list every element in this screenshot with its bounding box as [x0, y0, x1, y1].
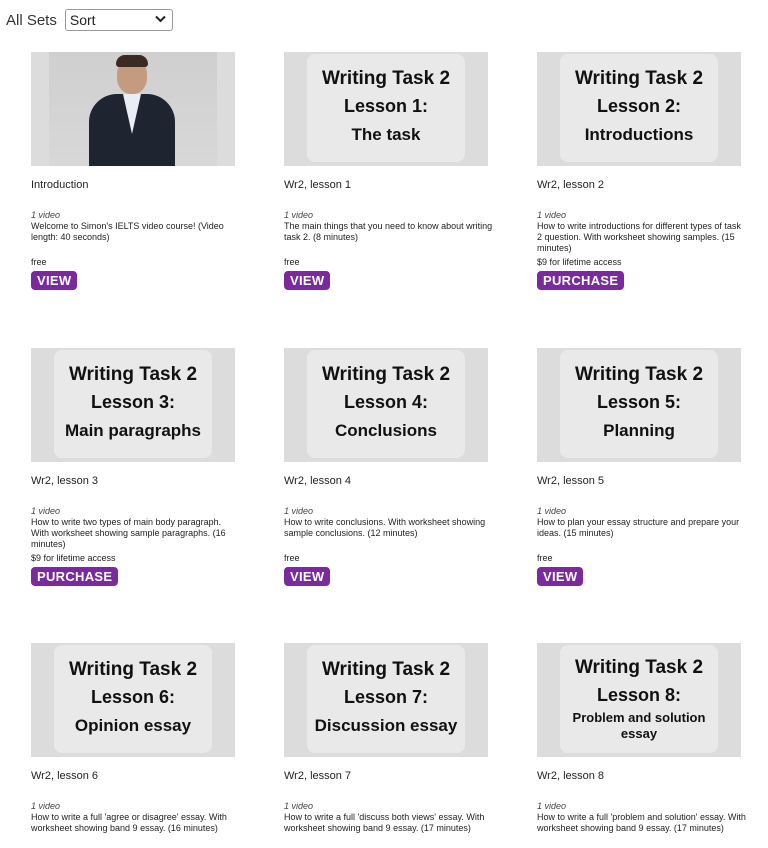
card-title: Wr2, lesson 6 [31, 770, 99, 782]
course-card-lesson-4: Writing Task 2 Lesson 4: Conclusions Wr2… [284, 348, 494, 586]
thumbnail-lesson: Lesson 8: [596, 685, 682, 705]
purchase-button[interactable]: PURCHASE [31, 567, 119, 586]
chevron-down-icon [155, 15, 166, 26]
sort-select-value: Sort [69, 12, 96, 28]
thumbnail-lesson: Lesson 1: [343, 96, 429, 116]
thumbnail-lesson: Lesson 6: [90, 687, 176, 707]
card-title: Introduction [31, 179, 89, 191]
thumbnail-heading: Writing Task 2 [321, 659, 451, 680]
thumbnail-topic: Main paragraphs [64, 421, 202, 440]
card-description: How to write a full 'discuss both views'… [284, 812, 485, 833]
thumbnail-heading: Writing Task 2 [574, 68, 704, 89]
view-button[interactable]: VIEW [284, 271, 331, 290]
thumbnail-lesson: Lesson 2: [596, 96, 682, 116]
thumbnail-heading: Writing Task 2 [321, 68, 451, 89]
card-title: Wr2, lesson 2 [537, 179, 605, 191]
video-thumbnail[interactable]: Writing Task 2 Lesson 6: Opinion essay [31, 643, 235, 757]
course-card-lesson-1: Writing Task 2 Lesson 1: The task Wr2, l… [284, 52, 494, 290]
thumbnail-heading: Writing Task 2 [68, 659, 198, 680]
thumbnail-topic: Problem and solution essay [572, 710, 706, 741]
thumbnail-topic: Discussion essay [314, 716, 458, 735]
video-count: 1 video [31, 506, 61, 516]
card-description: How to write two types of main body para… [31, 517, 226, 549]
card-title: Wr2, lesson 7 [284, 770, 352, 782]
card-title: Wr2, lesson 3 [31, 475, 99, 487]
view-button[interactable]: VIEW [284, 567, 331, 586]
presenter-photo [49, 52, 217, 166]
card-price: $9 for lifetime access [537, 257, 622, 267]
view-button[interactable]: VIEW [31, 271, 78, 290]
course-card-lesson-5: Writing Task 2 Lesson 5: Planning Wr2, l… [537, 348, 747, 586]
thumbnail-panel: Writing Task 2 Lesson 8: Problem and sol… [560, 645, 718, 753]
thumbnail-lesson: Lesson 7: [343, 687, 429, 707]
video-thumbnail[interactable]: Writing Task 2 Lesson 1: The task [284, 52, 488, 166]
video-thumbnail[interactable]: Writing Task 2 Lesson 3: Main paragraphs [31, 348, 235, 462]
course-card-lesson-8: Writing Task 2 Lesson 8: Problem and sol… [537, 643, 747, 848]
thumbnail-panel: Writing Task 2 Lesson 4: Conclusions [307, 350, 465, 458]
thumbnail-panel: Writing Task 2 Lesson 7: Discussion essa… [307, 645, 465, 753]
video-count: 1 video [537, 506, 567, 516]
video-thumbnail[interactable]: Writing Task 2 Lesson 5: Planning [537, 348, 741, 462]
thumbnail-lesson: Lesson 5: [596, 392, 682, 412]
thumbnail-panel: Writing Task 2 Lesson 6: Opinion essay [54, 645, 212, 753]
toolbar: All Sets Sort [6, 8, 173, 32]
video-thumbnail[interactable]: Writing Task 2 Lesson 4: Conclusions [284, 348, 488, 462]
card-description: Welcome to Simon's IELTS video course! (… [31, 221, 224, 242]
thumbnail-heading: Writing Task 2 [574, 657, 704, 678]
course-card-lesson-2: Writing Task 2 Lesson 2: Introductions W… [537, 52, 747, 290]
thumbnail-heading: Writing Task 2 [68, 364, 198, 385]
thumbnail-topic: Conclusions [334, 421, 437, 440]
thumbnail-panel: Writing Task 2 Lesson 1: The task [307, 54, 465, 162]
thumbnail-panel: Writing Task 2 Lesson 5: Planning [560, 350, 718, 458]
card-title: Wr2, lesson 4 [284, 475, 352, 487]
card-price: $9 for lifetime access [31, 553, 116, 563]
thumbnail-heading: Writing Task 2 [321, 364, 451, 385]
card-price: free [284, 257, 300, 267]
thumbnail-lesson: Lesson 4: [343, 392, 429, 412]
video-count: 1 video [537, 210, 567, 220]
card-title: Wr2, lesson 5 [537, 475, 605, 487]
card-description: How to write introductions for different… [537, 221, 741, 253]
thumbnail-lesson: Lesson 3: [90, 392, 176, 412]
all-sets-label: All Sets [6, 11, 57, 29]
video-count: 1 video [284, 210, 314, 220]
video-thumbnail[interactable] [31, 52, 235, 166]
video-count: 1 video [537, 801, 567, 811]
view-button[interactable]: VIEW [537, 567, 584, 586]
thumbnail-topic: Opinion essay [74, 716, 192, 735]
video-count: 1 video [31, 801, 61, 811]
card-description: The main things that you need to know ab… [284, 221, 493, 242]
card-description: How to write a full 'problem and solutio… [537, 812, 746, 833]
card-price: free [284, 553, 300, 563]
card-title: Wr2, lesson 1 [284, 179, 352, 191]
course-card-lesson-7: Writing Task 2 Lesson 7: Discussion essa… [284, 643, 494, 848]
card-title: Wr2, lesson 8 [537, 770, 605, 782]
thumbnail-topic: Introductions [584, 125, 694, 144]
card-description: How to write conclusions. With worksheet… [284, 517, 486, 538]
purchase-button[interactable]: PURCHASE [537, 271, 625, 290]
thumbnail-topic: Planning [603, 421, 675, 440]
course-card-intro: Introduction 1 video Welcome to Simon's … [31, 52, 241, 290]
thumbnail-heading: Writing Task 2 [574, 364, 704, 385]
sort-select[interactable]: Sort [64, 9, 173, 31]
video-thumbnail[interactable]: Writing Task 2 Lesson 2: Introductions [537, 52, 741, 166]
video-thumbnail[interactable]: Writing Task 2 Lesson 7: Discussion essa… [284, 643, 488, 757]
card-description: How to write a full 'agree or disagree' … [31, 812, 227, 833]
video-count: 1 video [31, 210, 61, 220]
video-thumbnail[interactable]: Writing Task 2 Lesson 8: Problem and sol… [537, 643, 741, 757]
card-description: How to plan your essay structure and pre… [537, 517, 740, 538]
card-price: free [537, 553, 553, 563]
course-card-lesson-3: Writing Task 2 Lesson 3: Main paragraphs… [31, 348, 241, 586]
card-price: free [31, 257, 47, 267]
thumbnail-topic: The task [351, 125, 421, 144]
course-card-lesson-6: Writing Task 2 Lesson 6: Opinion essay W… [31, 643, 241, 848]
thumbnail-panel: Writing Task 2 Lesson 3: Main paragraphs [54, 350, 212, 458]
video-count: 1 video [284, 506, 314, 516]
thumbnail-panel: Writing Task 2 Lesson 2: Introductions [560, 54, 718, 162]
video-count: 1 video [284, 801, 314, 811]
